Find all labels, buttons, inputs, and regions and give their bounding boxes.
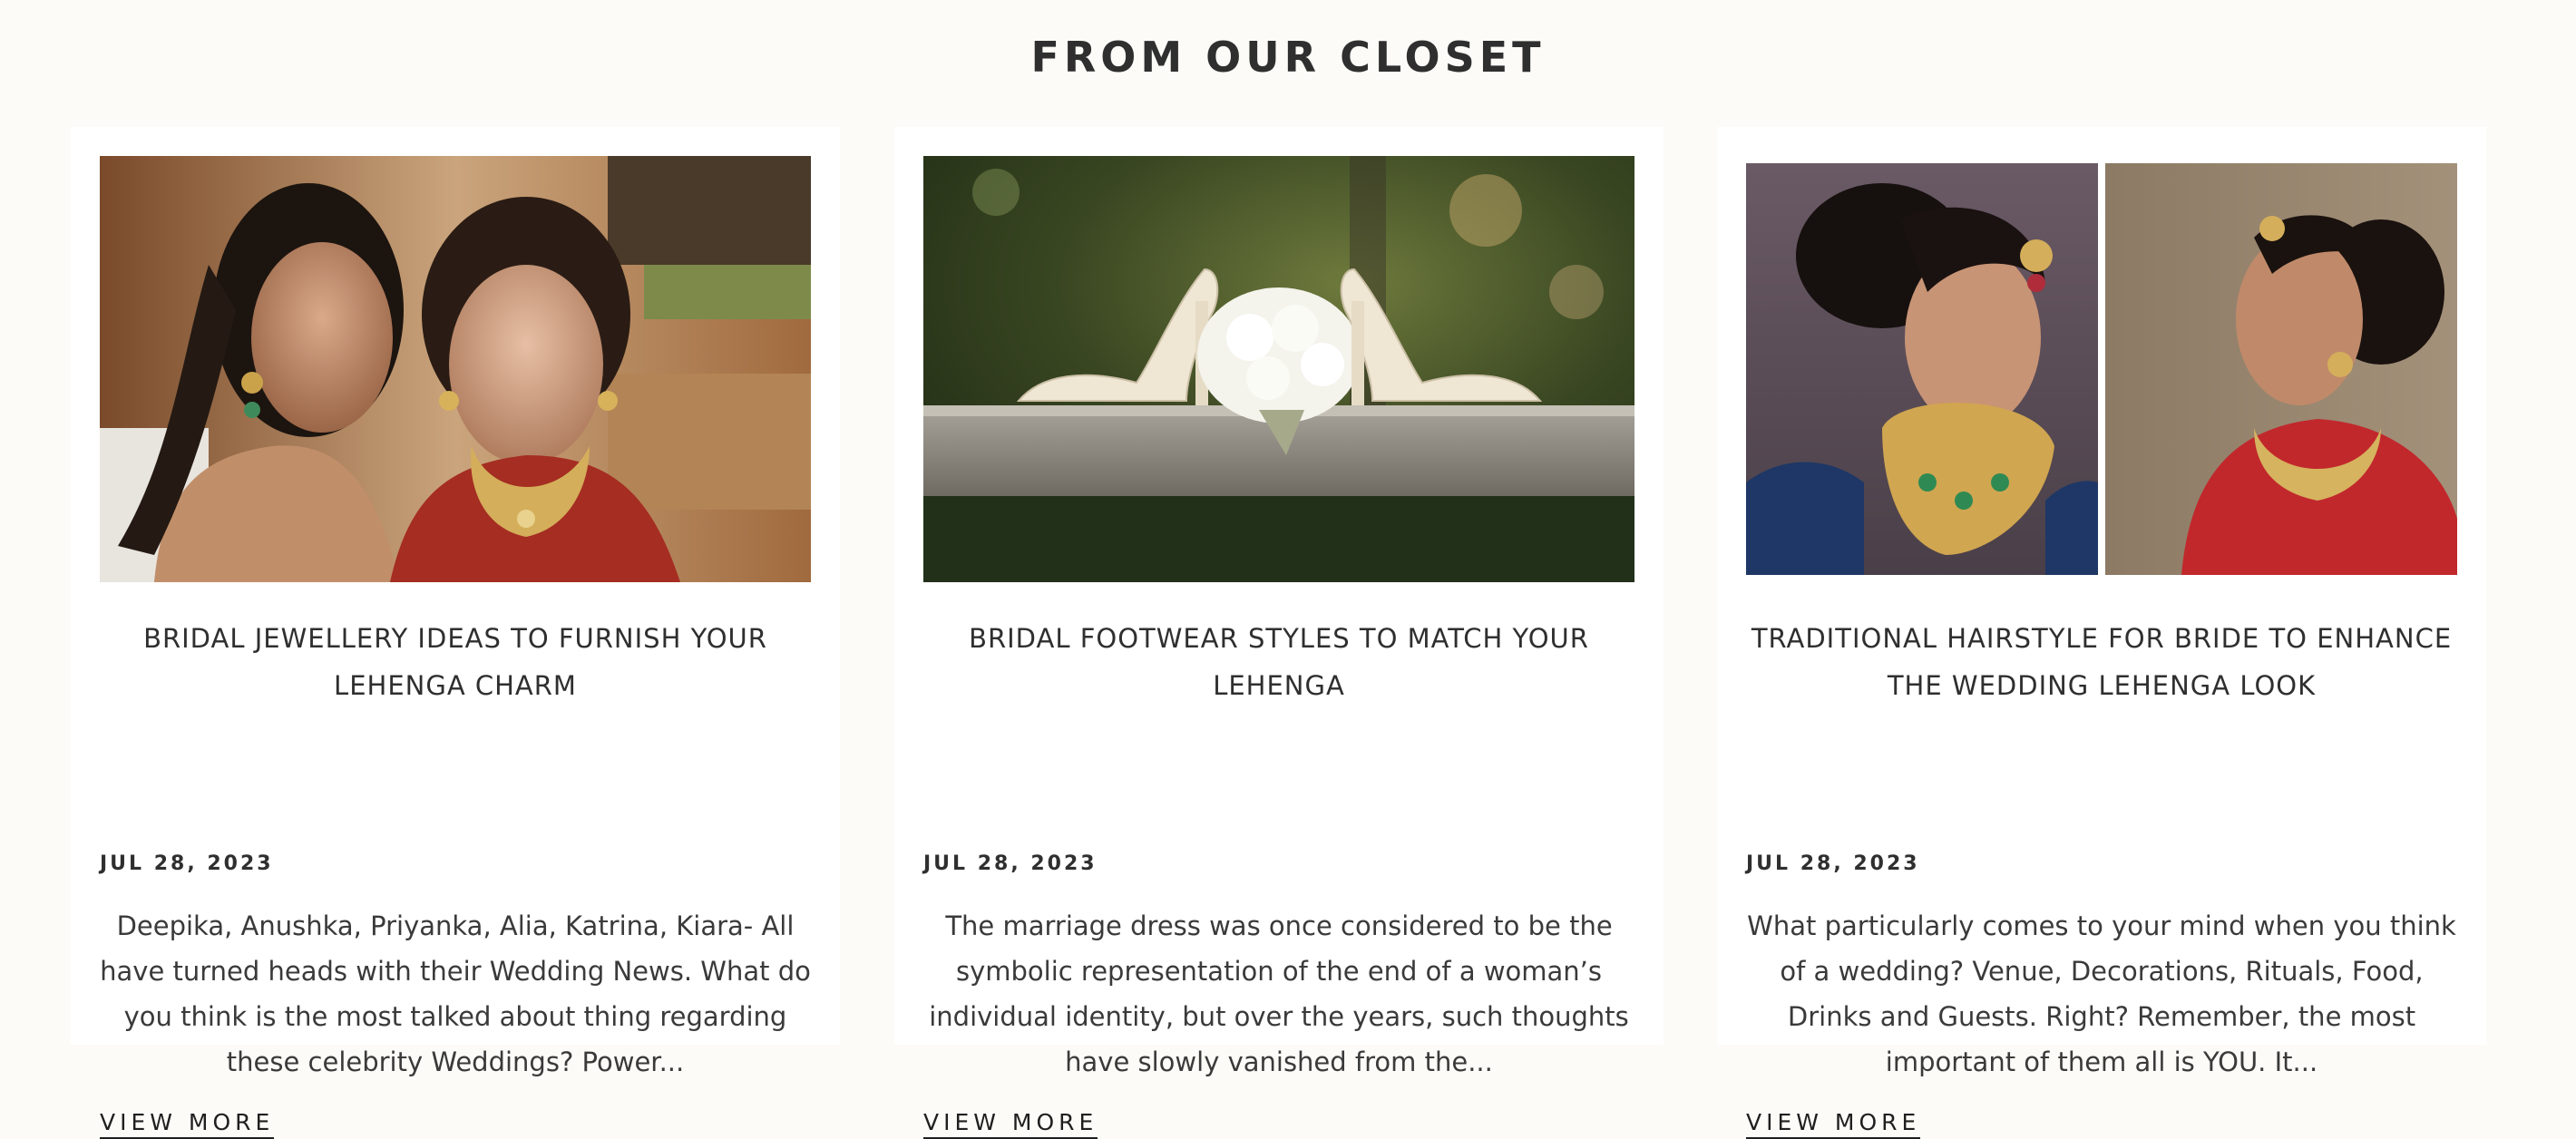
card-date: JUL 28, 2023 (923, 852, 1098, 875)
card-title[interactable]: BRIDAL JEWELLERY IDEAS TO FURNISH YOUR L… (100, 615, 811, 709)
card-excerpt: What particularly comes to your mind whe… (1747, 910, 2456, 1077)
bridal-footwear-photo (923, 156, 1634, 582)
section-title: FROM OUR CLOSET (1030, 33, 1546, 82)
card-excerpt: Deepika, Anushka, Priyanka, Alia, Katrin… (100, 910, 811, 1077)
view-more-link[interactable]: VIEW MORE (1746, 1109, 1921, 1139)
card-date: JUL 28, 2023 (1746, 852, 1920, 875)
card-image[interactable] (100, 156, 811, 582)
bridal-hairstyle-photo (1746, 156, 2457, 582)
blog-card: TRADITIONAL HAIRSTYLE FOR BRIDE TO ENHAN… (1717, 127, 2486, 1139)
view-more-link[interactable]: VIEW MORE (923, 1109, 1098, 1139)
card-image[interactable] (1746, 156, 2457, 582)
card-date: JUL 28, 2023 (100, 852, 274, 875)
card-title[interactable]: TRADITIONAL HAIRSTYLE FOR BRIDE TO ENHAN… (1746, 615, 2457, 709)
blog-card: BRIDAL JEWELLERY IDEAS TO FURNISH YOUR L… (71, 127, 840, 1139)
blog-card: BRIDAL FOOTWEAR STYLES TO MATCH YOUR LEH… (894, 127, 1664, 1139)
view-more-link[interactable]: VIEW MORE (100, 1109, 275, 1139)
bridal-jewellery-photo (100, 156, 811, 582)
card-excerpt: The marriage dress was once considered t… (929, 910, 1629, 1077)
card-image[interactable] (923, 156, 1634, 582)
card-title[interactable]: BRIDAL FOOTWEAR STYLES TO MATCH YOUR LEH… (923, 615, 1634, 709)
